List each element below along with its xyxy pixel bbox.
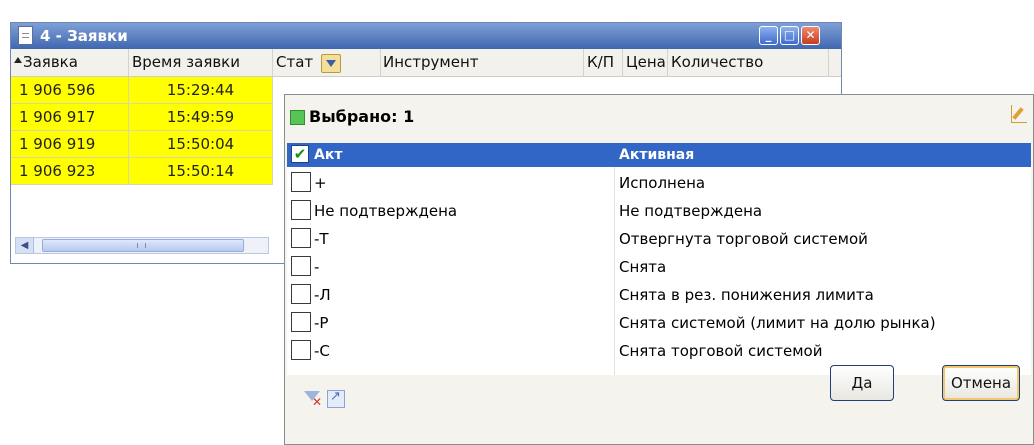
status-list: ✔ Акт Активная + Исполнена Не подтвержде…	[287, 143, 1031, 375]
sort-ascending-icon	[14, 57, 22, 63]
checkbox[interactable]	[291, 284, 311, 304]
list-item[interactable]: - Снята	[287, 253, 1031, 281]
list-item[interactable]: Не подтверждена Не подтверждена	[287, 197, 1031, 225]
status-filter-popup: Выбрано: 1 ✔ Акт Активная + Исполнена Не…	[284, 94, 1034, 445]
status-description: Снята в рез. понижения лимита	[619, 286, 874, 304]
edit-icon[interactable]	[1011, 105, 1027, 123]
table-row[interactable]: 1 906 596 15:29:44	[11, 77, 273, 104]
checkbox[interactable]	[291, 312, 311, 332]
status-list-header[interactable]: ✔ Акт Активная	[287, 143, 1031, 167]
selected-count-label: Выбрано: 1	[309, 107, 415, 126]
status-description: Активная	[619, 147, 695, 163]
minimize-button[interactable]: _	[759, 26, 778, 45]
checkbox[interactable]	[291, 200, 311, 220]
list-item[interactable]: -Т Отвергнута торговой системой	[287, 225, 1031, 253]
document-icon	[18, 26, 33, 45]
status-description: Снята торговой системой	[619, 342, 823, 360]
window-title: 4 - Заявки	[40, 27, 128, 45]
expand-icon[interactable]	[327, 389, 345, 408]
column-header-instrument[interactable]: Инструмент	[381, 49, 584, 76]
horizontal-scrollbar[interactable]: ◀	[15, 237, 269, 254]
status-code: Акт	[314, 147, 343, 163]
status-filter-icon[interactable]	[321, 54, 341, 73]
table-header: Заявка Время заявки Стат Инструмент К/П …	[11, 49, 841, 77]
order-time: 15:50:04	[129, 131, 273, 158]
table-row[interactable]: 1 906 917 15:49:59	[11, 104, 273, 131]
status-code: +	[314, 174, 327, 192]
cancel-button[interactable]: Отмена	[942, 365, 1020, 401]
status-description: Исполнена	[619, 174, 706, 192]
selection-indicator-icon	[290, 110, 305, 125]
window-titlebar[interactable]: 4 - Заявки _ □ ✕	[11, 23, 841, 49]
order-number: 1 906 919	[11, 131, 129, 158]
list-item[interactable]: -С Снята торговой системой	[287, 337, 1031, 365]
order-time: 15:49:59	[129, 104, 273, 131]
close-button[interactable]: ✕	[801, 26, 820, 45]
clear-filter-icon[interactable]	[304, 390, 322, 409]
status-description: Отвергнута торговой системой	[619, 230, 868, 248]
status-code: -	[314, 258, 320, 276]
checkbox[interactable]	[291, 340, 311, 360]
status-code: -Т	[314, 230, 329, 248]
order-time: 15:50:14	[129, 158, 273, 185]
column-header-time[interactable]: Время заявки	[129, 49, 273, 76]
maximize-button[interactable]: □	[780, 26, 799, 45]
status-description: Не подтверждена	[619, 202, 763, 220]
order-number: 1 906 917	[11, 104, 129, 131]
status-code: -С	[314, 342, 330, 360]
checkbox[interactable]	[291, 256, 311, 276]
status-description: Снята	[619, 258, 667, 276]
column-header-price[interactable]: Цена	[623, 49, 668, 76]
list-item[interactable]: + Исполнена	[287, 169, 1031, 197]
table-row[interactable]: 1 906 923 15:50:14	[11, 158, 273, 185]
order-time: 15:29:44	[129, 77, 273, 104]
column-header-order[interactable]: Заявка	[11, 49, 129, 76]
order-number: 1 906 596	[11, 77, 129, 104]
checkbox[interactable]	[291, 172, 311, 192]
status-code: -Л	[314, 286, 331, 304]
list-item[interactable]: -Р Снята системой (лимит на долю рынка)	[287, 309, 1031, 337]
column-header-quantity[interactable]: Количество	[668, 49, 829, 76]
list-item[interactable]: -Л Снята в рез. понижения лимита	[287, 281, 1031, 309]
column-header-buy-sell[interactable]: К/П	[584, 49, 623, 76]
order-number: 1 906 923	[11, 158, 129, 185]
scrollbar-thumb[interactable]	[42, 239, 244, 252]
checkbox[interactable]	[291, 228, 311, 248]
status-description: Снята системой (лимит на долю рынка)	[619, 314, 936, 332]
status-code: -Р	[314, 314, 329, 332]
status-code: Не подтверждена	[314, 202, 458, 220]
selection-summary: Выбрано: 1	[285, 95, 1033, 137]
checkbox-active[interactable]: ✔	[291, 145, 309, 163]
ok-button[interactable]: Да	[830, 365, 894, 401]
table-row[interactable]: 1 906 919 15:50:04	[11, 131, 273, 158]
scroll-left-arrow-icon[interactable]: ◀	[16, 238, 34, 253]
